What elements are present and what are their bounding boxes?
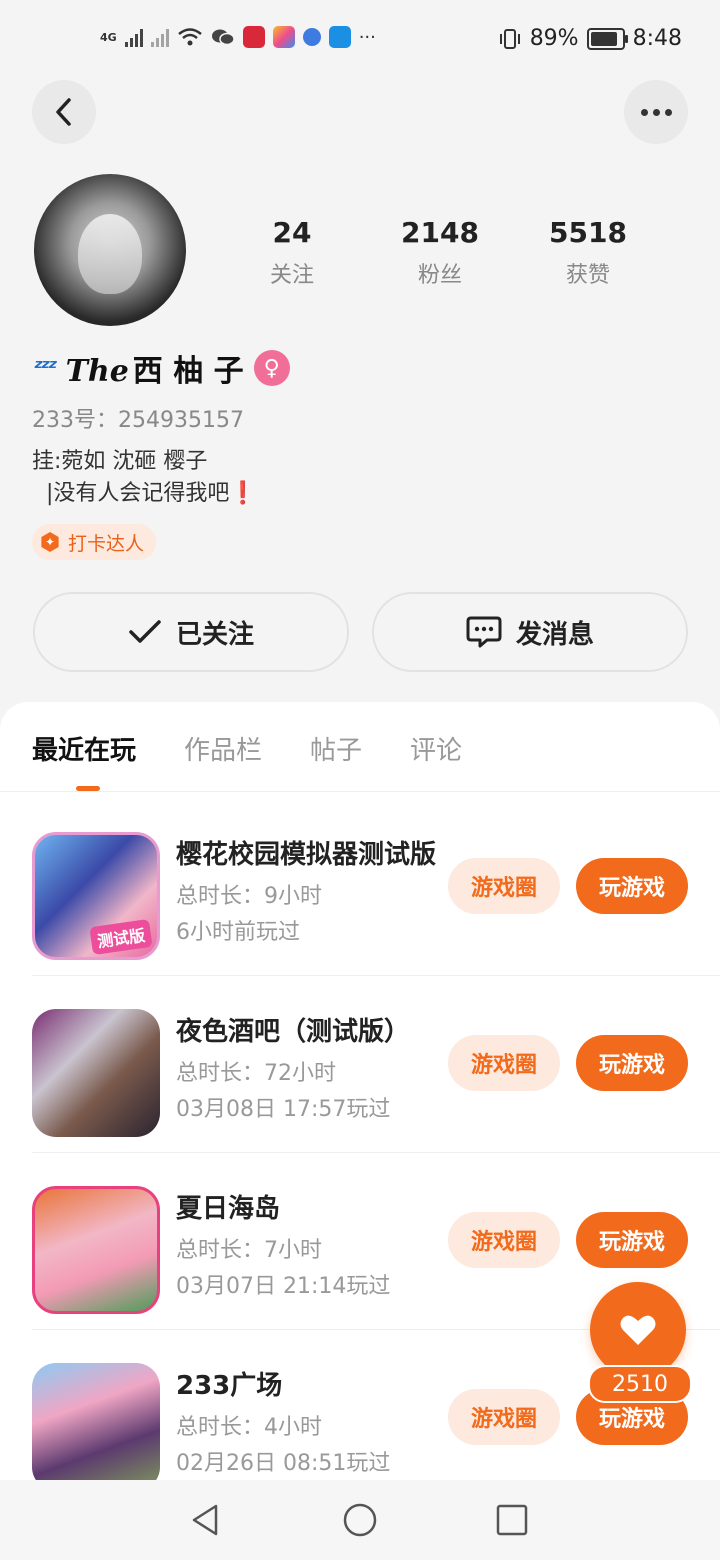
heart-icon [620, 1315, 656, 1345]
game-last-played: 6小时前玩过 [176, 920, 300, 945]
game-title: 樱花校园模拟器测试版 [176, 840, 436, 870]
sleep-icon: ᶻᶻᶻ [34, 355, 58, 381]
status-bar-left: 4G ··· [100, 26, 376, 48]
nav-home-icon[interactable] [342, 1502, 378, 1538]
play-game-button[interactable]: 玩游戏 [576, 1035, 688, 1091]
nav-back-icon[interactable] [188, 1502, 224, 1538]
checkin-badge[interactable]: ✦ 打卡达人 [32, 524, 157, 560]
tab-posts[interactable]: 帖子 [310, 730, 362, 767]
game-circle-button[interactable]: 游戏圈 [448, 1035, 560, 1091]
follow-label: 已关注 [175, 619, 254, 650]
stat-label: 获赞 [565, 263, 610, 288]
game-title: 夏日海岛 [176, 1194, 281, 1224]
tab-recently-played[interactable]: 最近在玩 [32, 730, 136, 767]
profile-stats: 24 关注 2148 粉丝 5518 获赞 [218, 216, 662, 289]
more-horizontal-icon [640, 108, 672, 116]
game-title: 夜色酒吧（测试版） [176, 1017, 411, 1047]
app-notification-icon [272, 26, 295, 48]
chevron-left-icon [56, 98, 71, 126]
network-type: 4G [100, 30, 117, 44]
signal-icon [150, 27, 169, 47]
game-title: 233广场 [176, 1371, 283, 1401]
status-bar-right: 89% 8:48 [498, 26, 682, 51]
user-id: 233号：254935157 [32, 408, 244, 433]
tab-comments[interactable]: 评论 [410, 730, 462, 767]
message-label: 发消息 [515, 619, 594, 650]
divider [32, 975, 720, 976]
divider [32, 1152, 720, 1153]
system-nav-bar [0, 1480, 720, 1560]
like-count: 2510 [588, 1365, 692, 1403]
play-game-button[interactable]: 玩游戏 [576, 858, 688, 914]
message-button[interactable]: 发消息 [372, 592, 688, 672]
avatar[interactable] [34, 174, 186, 326]
status-bar: 4G ··· 89% 8:48 [0, 0, 720, 84]
check-icon [129, 620, 161, 643]
game-list-item[interactable]: 夜色酒吧（测试版） 总时长：72小时 03月08日 17:57玩过 游戏圈 玩游… [32, 977, 720, 1153]
clock: 8:48 [632, 26, 682, 51]
badge-label: 打卡达人 [68, 532, 145, 555]
more-button[interactable] [624, 80, 688, 144]
game-thumbnail: 测试版 [32, 832, 160, 960]
female-icon: ♀ [253, 350, 290, 386]
stat-followers[interactable]: 2148 粉丝 [366, 216, 514, 289]
battery-fill [590, 31, 618, 46]
profile-bio: 挂:菀如 沈砸 樱子 |没有人会记得我吧❗ [32, 449, 257, 506]
more-notifications-icon: ··· [358, 26, 376, 48]
play-game-button[interactable]: 玩游戏 [576, 1212, 688, 1268]
game-last-played: 03月07日 21:14玩过 [176, 1274, 391, 1299]
vibrate-icon [499, 28, 520, 49]
game-thumbnail [32, 1186, 160, 1314]
game-circle-button[interactable]: 游戏圈 [448, 1212, 560, 1268]
tab-bar: 最近在玩 作品栏 帖子 评论 [32, 730, 462, 767]
stat-likes[interactable]: 5518 获赞 [514, 216, 662, 289]
stat-value: 2148 [401, 216, 479, 249]
app-notification-icon [328, 26, 351, 48]
game-thumbnail [32, 1009, 160, 1137]
game-list-item[interactable]: 测试版 樱花校园模拟器测试版 总时长：9小时 6小时前玩过 游戏圈 玩游戏 [32, 800, 720, 976]
game-circle-button[interactable]: 游戏圈 [448, 858, 560, 914]
follow-button[interactable]: 已关注 [33, 592, 349, 672]
game-duration: 总时长：4小时 [176, 1415, 322, 1440]
signal-icon [124, 27, 143, 47]
wifi-icon [177, 28, 202, 46]
back-button[interactable] [32, 80, 96, 144]
badge-icon: ✦ [41, 532, 59, 552]
thumb-label-bg: 测试版 [89, 918, 153, 956]
avatar-face [78, 214, 142, 294]
stat-value: 24 [272, 216, 312, 249]
stat-following[interactable]: 24 关注 [218, 216, 366, 289]
profile-name: The 西 柚 子 [66, 346, 244, 390]
tab-works[interactable]: 作品栏 [184, 730, 262, 767]
like-button[interactable] [590, 1282, 686, 1378]
battery-percent: 89% [529, 26, 579, 51]
profile-name-row: ᶻᶻᶻ The 西 柚 子 ♀ [34, 346, 290, 390]
game-duration: 总时长：9小时 [176, 884, 322, 909]
app-notification-icon [302, 28, 321, 46]
stat-label: 粉丝 [417, 263, 462, 288]
nav-recents-icon[interactable] [494, 1502, 530, 1538]
name-text: 西 柚 子 [132, 354, 244, 389]
stat-label: 关注 [269, 263, 314, 288]
game-duration: 总时长：72小时 [176, 1061, 336, 1086]
app-notification-icon [242, 26, 265, 48]
game-duration: 总时长：7小时 [176, 1238, 322, 1263]
chat-bubble-icon [466, 616, 502, 648]
name-prefix: The [65, 354, 129, 389]
wechat-icon [211, 29, 235, 46]
game-last-played: 02月26日 08:51玩过 [176, 1451, 391, 1476]
game-last-played: 03月08日 17:57玩过 [176, 1097, 391, 1122]
battery-icon [586, 27, 628, 50]
game-thumbnail [32, 1363, 160, 1491]
divider [0, 791, 720, 792]
stat-value: 5518 [549, 216, 627, 249]
game-circle-button[interactable]: 游戏圈 [448, 1389, 560, 1445]
